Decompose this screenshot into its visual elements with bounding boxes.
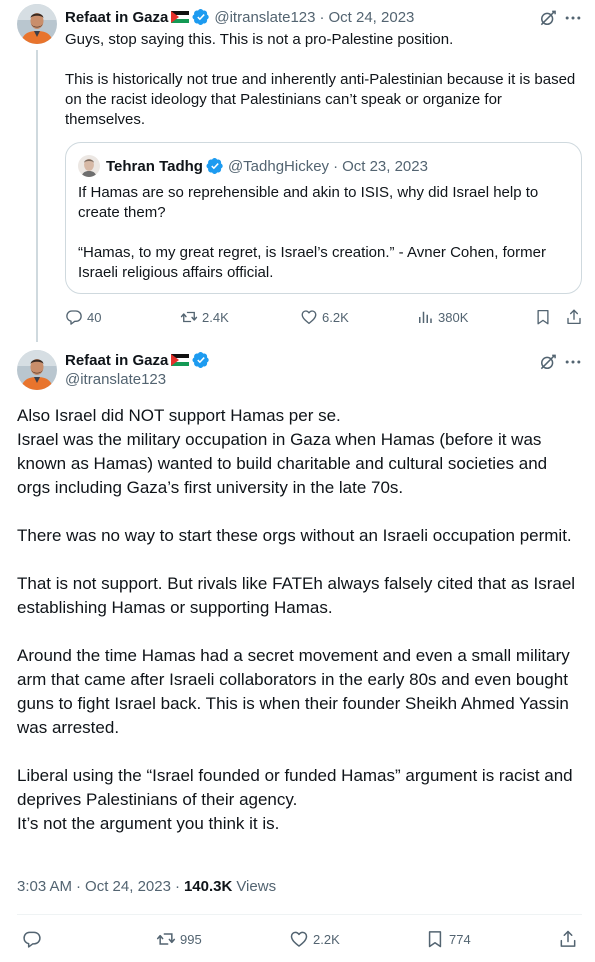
like-count: 2.2K	[313, 931, 340, 947]
views-count: 380K	[438, 309, 469, 325]
share-button[interactable]	[558, 929, 578, 949]
bookmark-button[interactable]	[533, 307, 553, 327]
quoted-author-name: Tehran Tadhg	[106, 157, 203, 175]
reply-button[interactable]	[22, 929, 42, 949]
quoted-author-handle: @TadhgHickey	[227, 157, 330, 175]
avatar-image	[17, 4, 57, 44]
repost-count: 2.4K	[202, 309, 229, 325]
tweet1-header: Refaat in Gaza @itranslate123 · Oct 24, …	[65, 7, 414, 27]
like-icon	[289, 929, 309, 949]
repost-button[interactable]: 995	[156, 929, 202, 949]
reply-count: 40	[87, 309, 102, 325]
tweet-date[interactable]: Oct 24, 2023	[329, 9, 415, 26]
more-icon	[563, 8, 583, 28]
tweet-time[interactable]: 3:03 AM	[17, 878, 72, 895]
repost-button[interactable]: 2.4K	[180, 308, 229, 326]
more-options-button[interactable]	[561, 350, 585, 374]
tweet2-text: Also Israel did NOT support Hamas per se…	[17, 406, 576, 833]
like-button[interactable]: 2.2K	[289, 929, 340, 949]
share-icon	[558, 929, 578, 949]
author-handle[interactable]: @itranslate123	[65, 371, 166, 388]
tweet-date[interactable]: Oct 24, 2023	[85, 878, 171, 895]
bookmark-count: 774	[449, 931, 471, 947]
author-handle[interactable]: @itranslate123	[214, 9, 315, 26]
verified-badge-icon	[206, 157, 224, 175]
share-button[interactable]	[564, 307, 584, 327]
quoted-author-avatar	[78, 155, 100, 177]
repost-icon	[156, 929, 176, 949]
actions-divider-top	[17, 914, 582, 915]
like-count: 6.2K	[322, 309, 349, 325]
verified-badge-icon[interactable]	[192, 8, 210, 26]
quoted-tweet-text: If Hamas are so reprehensible and akin t…	[78, 184, 546, 281]
palestine-flag-icon	[171, 354, 189, 366]
grok-icon	[538, 352, 558, 372]
repost-count: 995	[180, 931, 202, 947]
grok-button[interactable]	[536, 6, 560, 30]
more-options-button[interactable]	[561, 6, 585, 30]
quoted-tweet-card[interactable]: Tehran Tadhg @TadhgHickey · Oct 23, 2023…	[65, 142, 582, 294]
like-button[interactable]: 6.2K	[300, 308, 349, 326]
grok-icon	[538, 8, 558, 28]
separator-dot: ·	[333, 157, 339, 175]
author-name[interactable]: Refaat in Gaza	[65, 9, 168, 26]
views-count: 140.3K	[183, 878, 233, 895]
quoted-tweet-date: Oct 23, 2023	[342, 157, 428, 175]
share-icon	[565, 308, 583, 326]
tweet1-text: Guys, stop saying this. This is not a pr…	[65, 31, 576, 128]
bookmark-button[interactable]: 774	[425, 929, 471, 949]
quoted-tweet-header: Tehran Tadhg @TadhgHickey · Oct 23, 2023	[106, 156, 428, 176]
palestine-flag-icon	[171, 11, 189, 23]
repost-icon	[180, 308, 198, 326]
reply-button[interactable]: 40	[65, 308, 101, 326]
like-icon	[300, 308, 318, 326]
views-label: Views	[236, 878, 277, 895]
more-icon	[563, 352, 583, 372]
tweet2-meta: 3:03 AM · Oct 24, 2023 · 140.3K Views	[17, 878, 276, 895]
views-icon	[416, 308, 434, 326]
separator-dot: ·	[319, 8, 325, 26]
bookmark-icon	[425, 929, 445, 949]
author-avatar[interactable]	[17, 4, 57, 44]
reply-icon	[65, 308, 83, 326]
reply-icon	[22, 929, 42, 949]
author-name[interactable]: Refaat in Gaza	[65, 352, 168, 369]
quoted-avatar-image	[78, 155, 100, 177]
separator-dot: ·	[76, 878, 82, 895]
grok-button[interactable]	[536, 350, 560, 374]
separator-dot: ·	[174, 878, 180, 895]
thread-connector-line	[36, 50, 38, 342]
verified-badge-icon[interactable]	[192, 351, 210, 369]
bookmark-icon	[534, 308, 552, 326]
tweet2-header-name-row: Refaat in Gaza	[65, 350, 210, 370]
views-button[interactable]: 380K	[416, 308, 468, 326]
avatar-image	[17, 350, 57, 390]
author-avatar[interactable]	[17, 350, 57, 390]
